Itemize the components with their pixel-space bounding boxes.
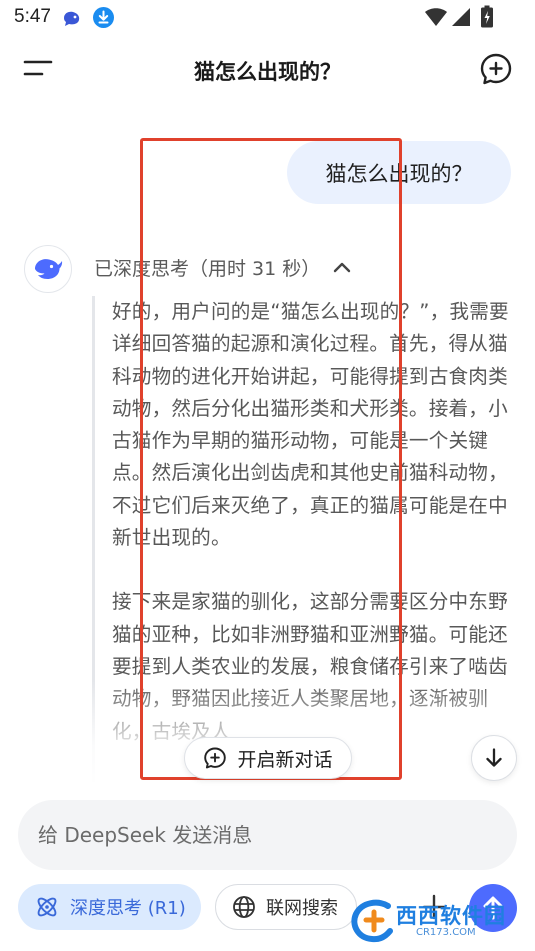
deep-think-toggle[interactable]: 深度思考 (R1) — [18, 884, 201, 930]
signal-icon — [452, 8, 470, 26]
watermark-logo-icon — [351, 899, 393, 943]
download-icon — [93, 7, 114, 28]
deepseek-whale-icon — [35, 259, 63, 279]
watermark-text: 西西软件园 — [396, 904, 506, 928]
status-bar: 5:47 — [0, 0, 535, 36]
web-search-toggle[interactable]: 联网搜索 — [215, 884, 357, 930]
atom-icon — [37, 897, 57, 917]
web-search-label: 联网搜索 — [266, 898, 338, 919]
thinking-paragraph: 接下来是家猫的驯化，这部分需要区分中东野猫的亚种，比如非洲野猫和亚洲野猫。可能还… — [112, 590, 508, 743]
scroll-to-bottom-button[interactable] — [471, 735, 517, 781]
app-header: 猫怎么出现的？ — [0, 38, 535, 102]
new-chat-icon[interactable] — [479, 52, 513, 86]
user-message-bubble: 猫怎么出现的？ — [287, 141, 511, 204]
battery-icon — [481, 5, 493, 28]
thinking-label: 已深度思考（用时 31 秒） — [94, 257, 321, 280]
new-dialog-label: 开启新对话 — [237, 748, 333, 771]
watermark-subtext: CR173.COM — [416, 927, 476, 938]
wifi-icon — [425, 8, 447, 26]
chevron-up-icon — [334, 262, 351, 273]
arrow-down-icon — [486, 748, 502, 767]
globe-icon — [233, 896, 255, 918]
deepseek-avatar — [24, 245, 72, 293]
page-title: 猫怎么出现的？ — [194, 60, 341, 84]
new-chat-icon — [204, 747, 227, 769]
thinking-paragraph: 好的，用户问的是“猫怎么出现的？”，我需要详细回答猫的起源和演化过程。首先，得从… — [112, 300, 509, 550]
message-input[interactable] — [18, 800, 517, 870]
deep-think-label: 深度思考 (R1) — [70, 898, 186, 919]
new-dialog-button[interactable]: 开启新对话 — [184, 737, 352, 779]
thinking-content: 好的，用户问的是“猫怎么出现的？”，我需要详细回答猫的起源和演化过程。首先，得从… — [92, 296, 512, 782]
site-watermark: 西西软件园 CR173.COM — [348, 896, 520, 946]
status-time: 5:47 — [14, 6, 51, 27]
thinking-toggle[interactable]: 已深度思考（用时 31 秒） — [94, 253, 352, 281]
deepseek-notification-icon — [64, 11, 80, 26]
